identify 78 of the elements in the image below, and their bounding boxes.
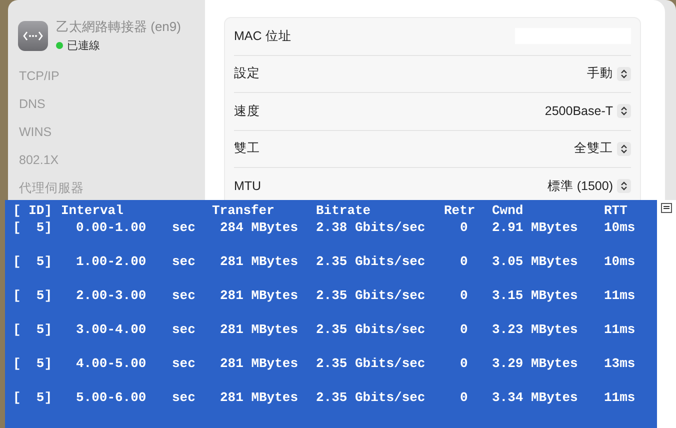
terminal-cell-text: [ 5] <box>13 219 54 236</box>
setting-label: 雙工 <box>234 140 260 158</box>
terminal-cell-text: 13ms <box>604 355 636 372</box>
terminal-cell-text: sec <box>172 389 196 406</box>
terminal-cell-text: 2.35 Gbits/sec <box>316 389 426 406</box>
terminal-cell-text: 1.00-2.00 <box>75 253 148 270</box>
terminal-cell-text: sec <box>172 219 196 236</box>
column-header: Cwnd <box>492 202 524 219</box>
terminal-cell-text: sec <box>172 355 196 372</box>
popup-value[interactable]: 手動 <box>587 65 613 82</box>
setting-label: 設定 <box>234 65 260 82</box>
terminal-cell-text: 284 MBytes <box>219 219 300 236</box>
sidebar-item[interactable]: DNS <box>18 93 200 115</box>
terminal-cell-text: 11ms <box>604 389 636 406</box>
setting-label: 速度 <box>234 102 260 120</box>
column-header: Transfer <box>212 202 276 219</box>
terminal-cell-text: 0.00-1.00 <box>75 219 148 236</box>
setting-label: MTU <box>234 179 262 194</box>
column-header: [ ID] <box>13 202 54 219</box>
up-down-arrows-icon[interactable] <box>617 179 631 194</box>
connection-status: 已連線 <box>67 39 100 53</box>
terminal-cell-text: 2.91 MBytes <box>492 219 579 236</box>
up-down-arrows-icon[interactable] <box>617 66 631 81</box>
scroll-marker-icon[interactable] <box>661 203 672 213</box>
terminal-cell-text: [ 5] <box>13 321 54 338</box>
column-header: Bitrate <box>316 202 372 219</box>
terminal-cell-text: 4.00-5.00 <box>75 355 148 372</box>
column-header: RTT <box>604 202 628 219</box>
terminal-cell-text: 2.35 Gbits/sec <box>316 355 426 372</box>
terminal-cell-text: 2.00-3.00 <box>75 287 148 304</box>
terminal-cell-text: 3.23 MBytes <box>492 321 579 338</box>
terminal-cell-text: 0 <box>459 287 469 304</box>
terminal-cell-text: 11ms <box>604 287 636 304</box>
terminal-cell-text: 0 <box>459 389 469 406</box>
terminal-cell-text: [ 5] <box>13 287 54 304</box>
status-dot <box>56 42 63 49</box>
sidebar-item[interactable]: TCP/IP <box>18 65 200 87</box>
terminal-cell-text: 3.00-4.00 <box>75 321 148 338</box>
popup-value[interactable]: 2500Base-T <box>544 104 613 118</box>
terminal-cell-text: 11ms <box>604 321 636 338</box>
terminal-cell-text: 281 MBytes <box>219 389 300 406</box>
network-adapter-icon <box>18 20 48 50</box>
adapter-name: 乙太網路轉接器 (en9) <box>56 18 181 36</box>
terminal-cell-text: 5.00-6.00 <box>75 389 148 406</box>
terminal-cell-text: 281 MBytes <box>219 321 300 338</box>
terminal-cell-text: sec <box>172 253 196 270</box>
setting-label: MAC 位址 <box>234 28 292 45</box>
terminal-cell-text: 0 <box>459 321 469 338</box>
terminal-cell-text: 0 <box>459 219 469 236</box>
terminal-cell-text: sec <box>172 287 196 304</box>
terminal-cell-text: 281 MBytes <box>219 253 300 270</box>
terminal-cell-text: 3.34 MBytes <box>492 389 579 406</box>
terminal-cell-text: [ 5] <box>13 253 54 270</box>
popup-value[interactable]: 全雙工 <box>574 140 613 158</box>
terminal-cell-text: 281 MBytes <box>219 355 300 372</box>
terminal-cell-text: 10ms <box>604 253 636 270</box>
up-down-arrows-icon[interactable] <box>617 104 631 118</box>
sidebar-item[interactable]: WINS <box>18 121 200 143</box>
terminal-cell-text: 2.38 Gbits/sec <box>316 219 426 236</box>
popup-value[interactable]: 標準 (1500) <box>547 178 613 195</box>
terminal-cell-text: 0 <box>459 355 469 372</box>
sidebar-item[interactable]: 802.1X <box>18 149 200 171</box>
terminal-cell-text: 0 <box>459 253 469 270</box>
sidebar-item[interactable]: 代理伺服器 <box>18 177 200 199</box>
terminal-cell-text: 2.35 Gbits/sec <box>316 253 426 270</box>
terminal-cell-text: sec <box>172 321 196 338</box>
terminal-cell-text: 3.29 MBytes <box>492 355 579 372</box>
column-header: Retr <box>444 202 476 219</box>
terminal-cell-text: 281 MBytes <box>219 287 300 304</box>
column-header: Interval <box>61 202 124 219</box>
terminal-cell-text: 10ms <box>604 219 636 236</box>
terminal-cell-text: 3.15 MBytes <box>492 287 579 304</box>
terminal-cell-text: 2.35 Gbits/sec <box>316 321 426 338</box>
terminal-cell-text: [ 5] <box>13 355 54 372</box>
terminal-cell-text: 3.05 MBytes <box>492 253 579 270</box>
terminal-cell-text: 2.35 Gbits/sec <box>316 287 426 304</box>
terminal-cell-text: [ 5] <box>13 389 54 406</box>
up-down-arrows-icon[interactable] <box>617 142 631 156</box>
